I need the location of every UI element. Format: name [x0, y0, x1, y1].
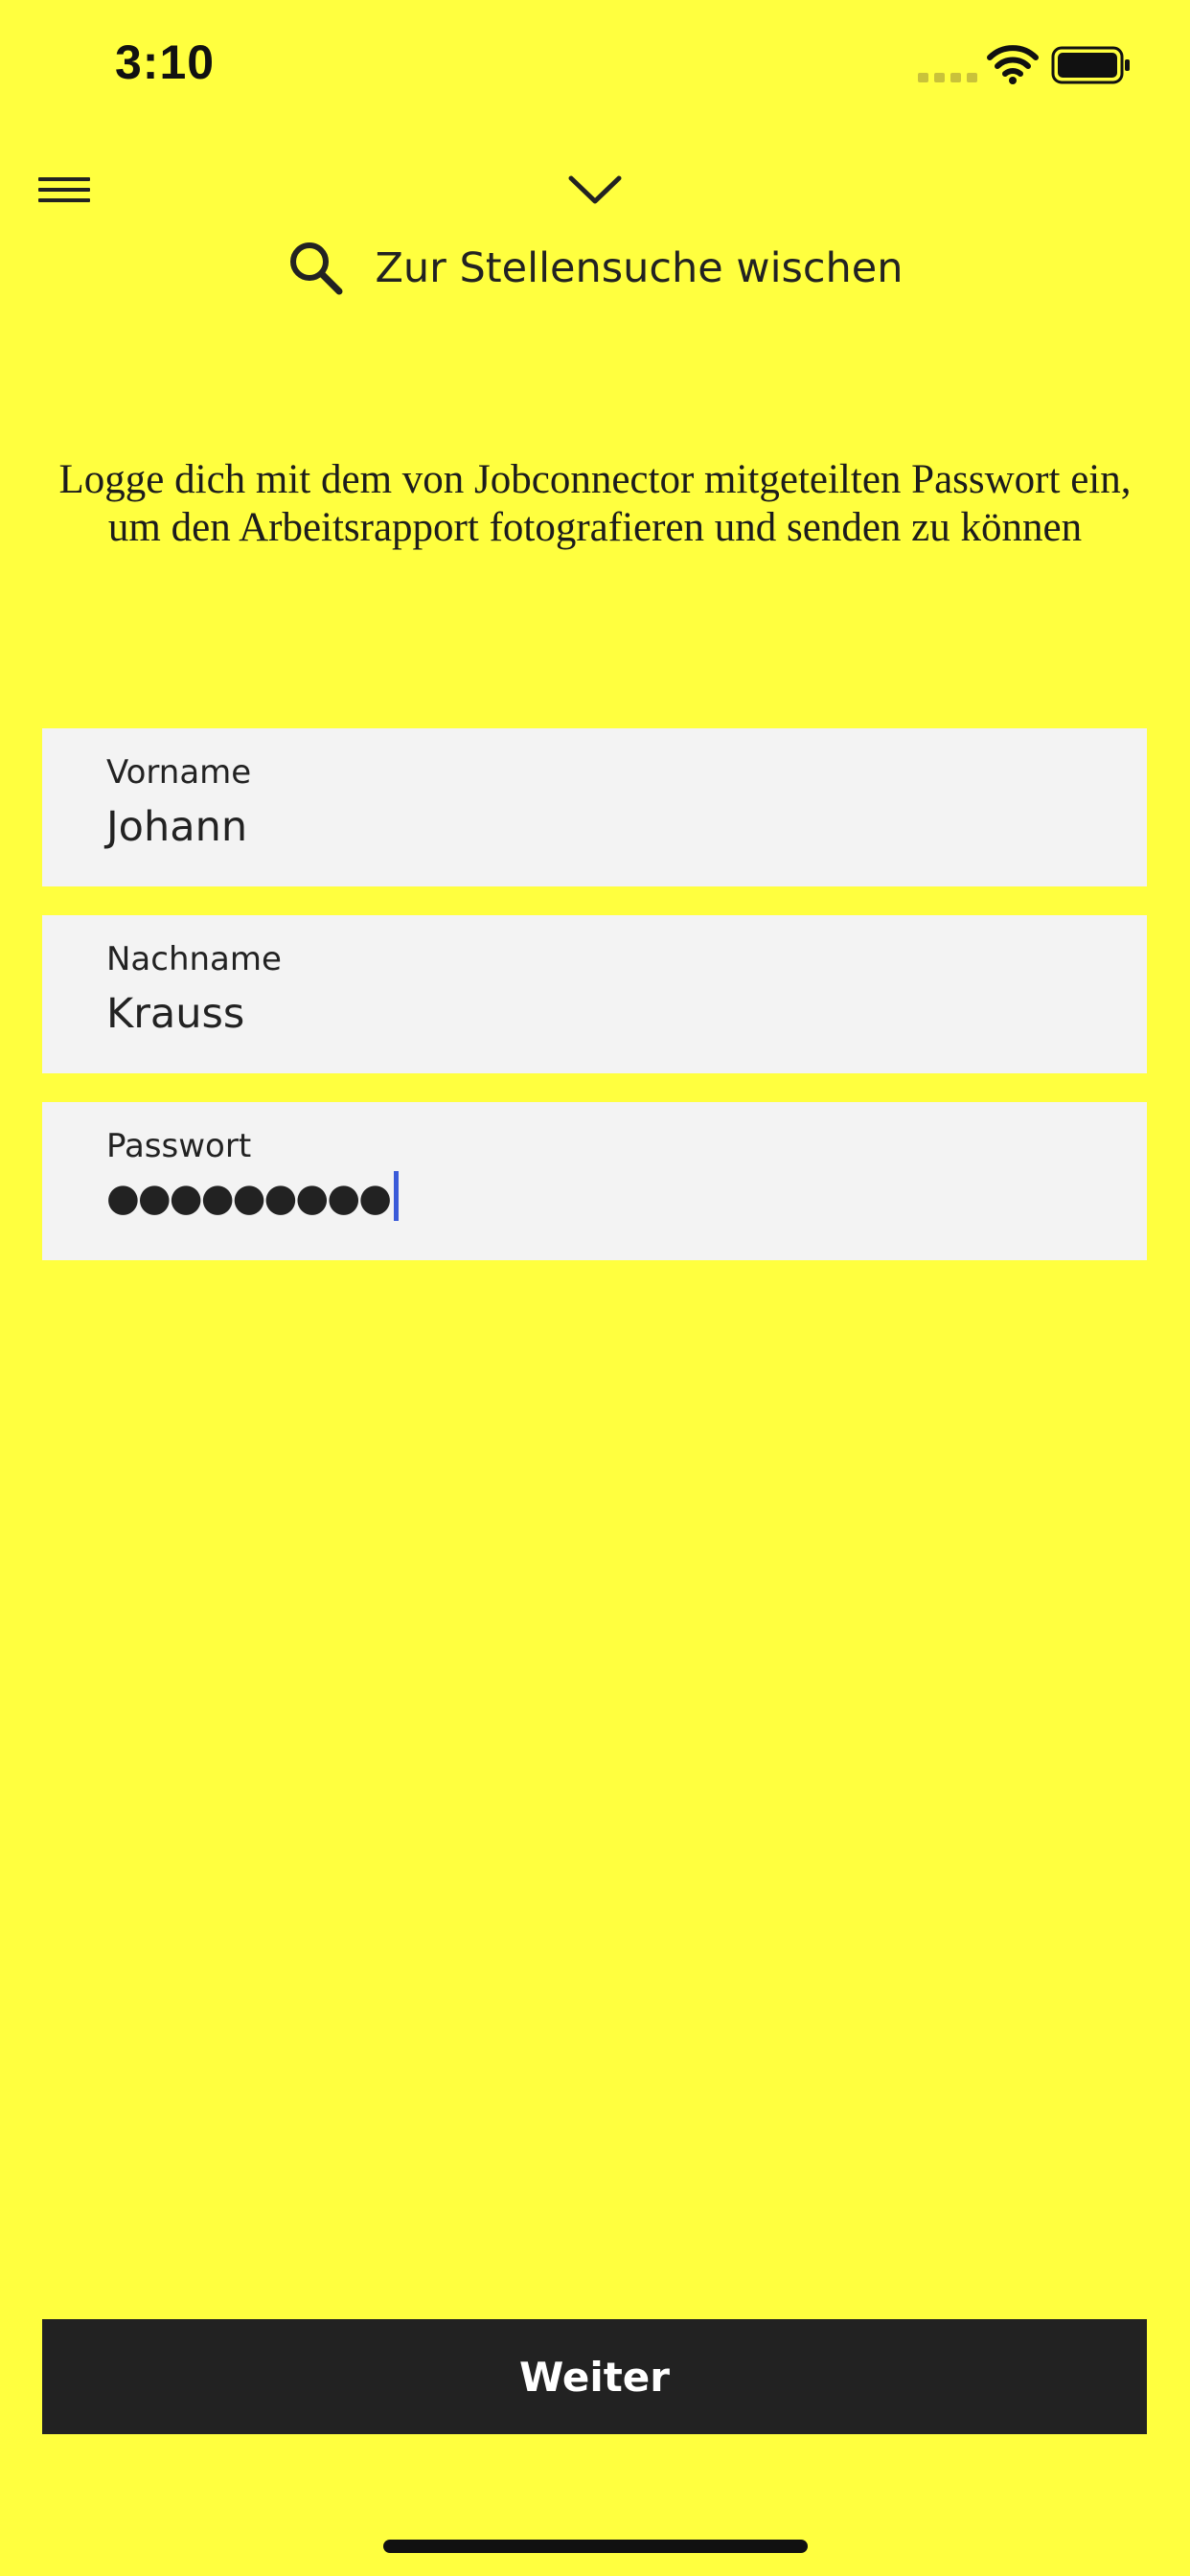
search-icon [290, 242, 343, 295]
password-masked-value: ●●●●●●●●● [106, 1176, 392, 1220]
menu-button[interactable] [38, 171, 96, 209]
home-indicator[interactable] [383, 2540, 808, 2553]
last-name-label: Nachname [106, 940, 282, 978]
search-swipe-link[interactable]: Zur Stellensuche wischen [0, 230, 1190, 307]
text-caret [394, 1171, 400, 1221]
first-name-input[interactable]: Johann [106, 803, 247, 851]
search-swipe-label: Zur Stellensuche wischen [375, 244, 904, 292]
collapse-button[interactable] [561, 165, 629, 213]
continue-button[interactable]: Weiter [42, 2319, 1147, 2434]
password-input[interactable]: ●●●●●●●●● [106, 1171, 400, 1225]
last-name-input[interactable]: Krauss [106, 990, 244, 1038]
login-instruction: Logge dich mit dem von Jobconnector mitg… [58, 457, 1132, 550]
hamburger-menu-icon-bar [38, 188, 90, 192]
first-name-field[interactable]: Vorname Johann [42, 728, 1147, 886]
first-name-label: Vorname [106, 753, 252, 792]
password-label: Passwort [106, 1127, 252, 1165]
last-name-field[interactable]: Nachname Krauss [42, 915, 1147, 1073]
password-field[interactable]: Passwort ●●●●●●●●● [42, 1102, 1147, 1260]
battery-icon [1051, 46, 1130, 84]
wifi-icon [987, 45, 1039, 84]
status-time: 3:10 [115, 35, 216, 89]
status-bar: 3:10 [0, 0, 1190, 134]
hamburger-menu-icon [38, 177, 90, 181]
cellular-signal-icon [918, 73, 977, 82]
hamburger-menu-icon-bar [38, 198, 90, 202]
chevron-down-icon [568, 175, 622, 204]
